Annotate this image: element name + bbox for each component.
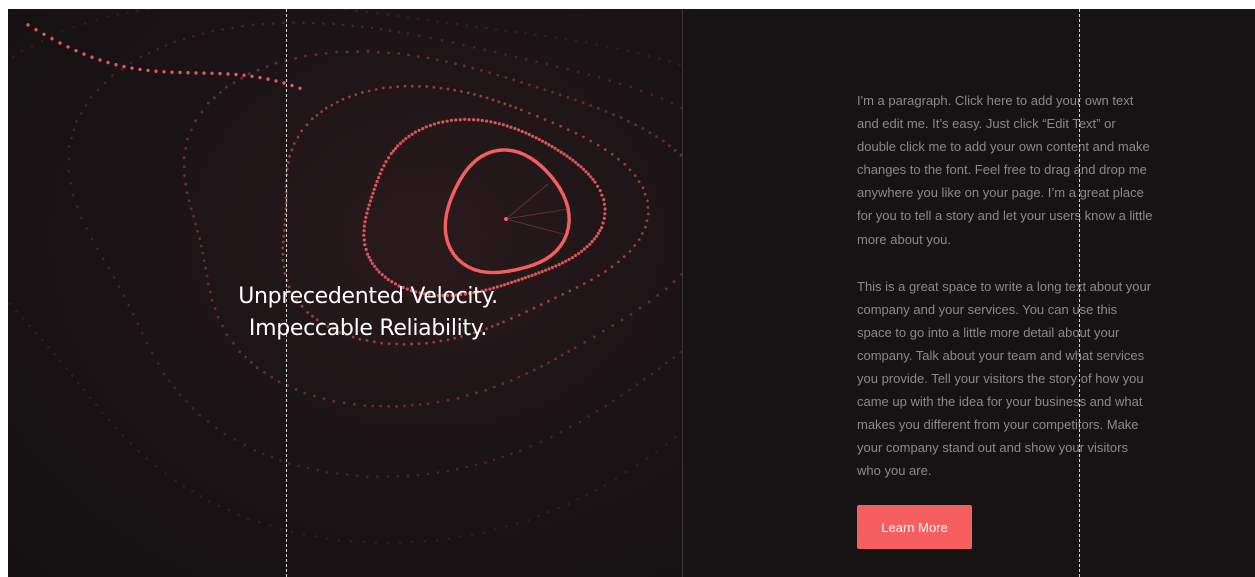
paragraph-about: This is a great space to write a long te… [857,278,1152,479]
particle-ray [505,208,569,220]
particle-ring [8,9,683,545]
headline-line-1: Unprecedented Velocity. [238,284,498,309]
column-divider [682,9,683,577]
particle-ring [26,23,302,91]
particle-ring [362,117,607,297]
page: Unprecedented Velocity. Impeccable Relia… [0,0,1255,577]
particle-ray [505,218,564,235]
hero-section: Unprecedented Velocity. Impeccable Relia… [8,9,1255,577]
layout-guide-left [286,9,287,577]
particle-ray [505,183,549,220]
layout-guide-right [1079,9,1080,577]
hero-headline: Unprecedented Velocity. Impeccable Relia… [168,281,568,345]
headline-line-2: Impeccable Reliability. [248,316,488,341]
particle-ring [443,148,571,275]
particle-ring [182,50,683,408]
paragraph-intro: I'm a paragraph. Click here to add your … [857,93,1153,247]
learn-more-button[interactable]: Learn More [857,505,972,549]
text-column: I'm a paragraph. Click here to add your … [857,89,1153,483]
